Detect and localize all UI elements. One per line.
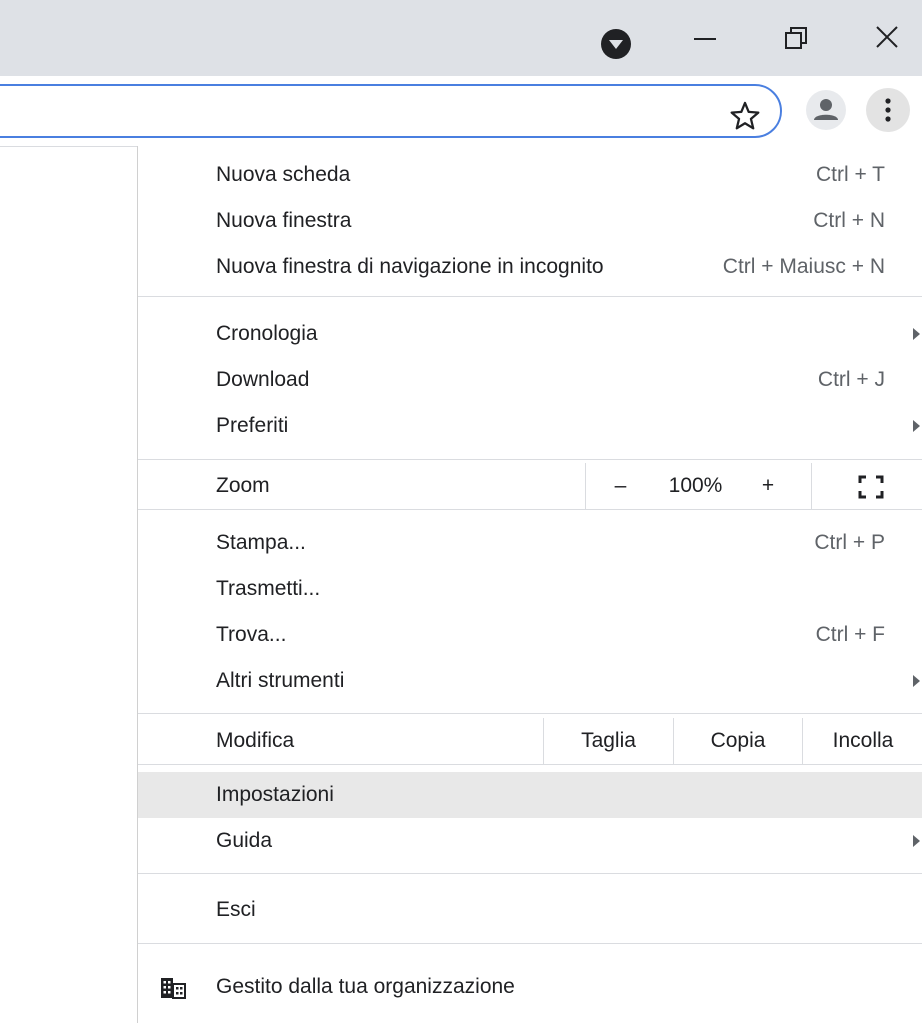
menu-item-new-window[interactable]: Nuova finestra Ctrl + N [138,198,922,244]
menu-item-label: Nuova finestra di navigazione in incogni… [216,255,604,278]
vertical-dots-icon [885,98,891,122]
menu-item-bookmarks[interactable]: Preferiti [138,403,922,449]
building-icon [161,978,186,999]
menu-item-label: Guida [216,829,273,852]
browser-menu-button[interactable] [866,88,910,132]
cut-button[interactable]: Taglia [544,718,673,764]
person-icon [814,99,838,120]
submenu-arrow-icon [913,835,920,847]
menu-separator [138,873,922,874]
submenu-arrow-icon [913,675,920,687]
menu-item-label: Download [216,368,310,391]
edit-label: Modifica [216,729,295,752]
zoom-label: Zoom [216,474,270,497]
menu-item-settings[interactable]: Impostazioni [138,772,922,818]
zoom-out-button[interactable]: – [593,463,648,509]
fullscreen-icon [858,475,883,499]
circle-down-triangle-icon[interactable] [600,28,632,60]
restore-icon[interactable] [782,24,812,54]
menu-item-new-tab[interactable]: Nuova scheda Ctrl + T [138,152,922,198]
menu-item-label: Impostazioni [216,783,334,806]
menu-item-shortcut: Ctrl + J [817,368,885,391]
menu-separator [138,296,922,297]
cell-divider [585,463,586,509]
menu-item-find[interactable]: Trova... Ctrl + F [138,612,922,658]
menu-item-label: Trova... [216,623,287,646]
menu-item-label: Stampa... [216,531,306,554]
menu-item-history[interactable]: Cronologia [138,311,922,357]
menu-item-managed-by-organization[interactable]: Gestito dalla tua organizzazione [138,964,922,1010]
menu-item-shortcut: Ctrl + N [813,209,885,232]
close-icon[interactable] [872,22,902,52]
menu-item-help[interactable]: Guida [138,818,922,864]
copy-button[interactable]: Copia [674,718,802,764]
minimize-icon[interactable] [690,26,720,56]
browser-toolbar [0,76,922,146]
menu-zoom-row: Zoom – 100% + [138,463,922,509]
address-bar[interactable] [0,84,782,138]
menu-item-shortcut: Ctrl + T [815,163,885,186]
menu-item-label: Cronologia [216,322,318,345]
zoom-in-button[interactable]: + [743,463,793,509]
menu-item-print[interactable]: Stampa... Ctrl + P [138,520,922,566]
menu-item-cast[interactable]: Trasmetti... [138,566,922,612]
menu-item-label: Nuova finestra [216,209,352,232]
menu-item-downloads[interactable]: Download Ctrl + J [138,357,922,403]
menu-item-exit[interactable]: Esci [138,887,922,933]
menu-item-label: Esci [216,898,256,921]
menu-separator [138,713,922,714]
menu-item-label: Preferiti [216,414,289,437]
zoom-level: 100% [668,474,723,497]
menu-item-more-tools[interactable]: Altri strumenti [138,658,922,704]
menu-item-shortcut: Ctrl + F [815,623,885,646]
menu-item-shortcut: Ctrl + Maiusc + N [722,255,885,278]
menu-item-label: Trasmetti... [216,577,321,600]
title-bar [0,0,922,76]
paste-button[interactable]: Incolla [803,718,922,764]
menu-item-label: Nuova scheda [216,163,351,186]
menu-item-label: Altri strumenti [216,669,345,692]
cell-divider [811,463,812,509]
fullscreen-button[interactable] [838,463,903,509]
browser-menu: Nuova scheda Ctrl + T Nuova finestra Ctr… [137,146,922,1023]
menu-item-shortcut: Ctrl + P [814,531,885,554]
menu-item-label: Gestito dalla tua organizzazione [216,975,515,998]
menu-separator [138,943,922,944]
submenu-arrow-icon [913,328,920,340]
menu-edit-row: Modifica Taglia Copia Incolla [138,718,922,764]
submenu-arrow-icon [913,420,920,432]
menu-separator [138,509,922,510]
menu-separator [138,764,922,765]
menu-item-new-incognito-window[interactable]: Nuova finestra di navigazione in incogni… [138,244,922,290]
toolbar-divider [0,146,138,147]
star-icon[interactable] [728,99,762,133]
menu-separator [138,459,922,460]
profile-button[interactable] [806,90,846,130]
